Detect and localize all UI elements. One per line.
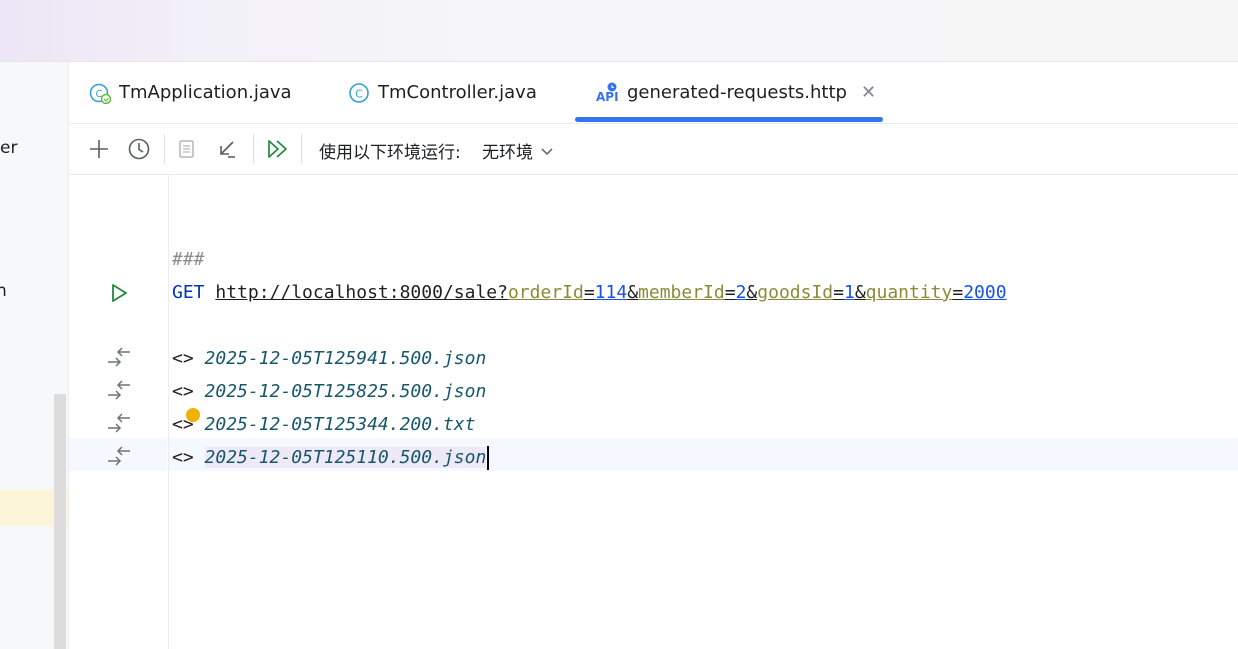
param-name: orderId bbox=[507, 282, 584, 303]
param-name: quantity bbox=[865, 282, 953, 303]
request-url: http://localhost:8000/sale? bbox=[215, 282, 508, 303]
history-button[interactable] bbox=[126, 136, 152, 162]
compare-response-icon[interactable] bbox=[105, 376, 133, 404]
toolbar-separator bbox=[301, 134, 302, 164]
param-name: memberId bbox=[638, 282, 725, 303]
code-editor[interactable]: ### GET http://localhost:8000/sale?order… bbox=[169, 175, 1238, 649]
clock-icon bbox=[128, 138, 150, 160]
environment-dropdown[interactable]: 无环境 bbox=[482, 138, 555, 163]
tab-label: generated-requests.http bbox=[627, 82, 847, 103]
arrow-down-left-icon bbox=[220, 141, 235, 158]
add-request-button[interactable] bbox=[86, 136, 112, 162]
response-line[interactable]: <> 2025-12-05T125110.500.json bbox=[172, 441, 490, 474]
response-file-link[interactable]: 2025-12-05T125110.500.json bbox=[204, 447, 487, 468]
close-icon[interactable]: ✕ bbox=[861, 82, 876, 103]
tab-label: TmController.java bbox=[378, 82, 537, 103]
param-value: 2 bbox=[735, 282, 747, 303]
project-panel: er n bbox=[0, 62, 69, 649]
toolbar-separator bbox=[253, 134, 254, 164]
param-name: goodsId bbox=[757, 282, 834, 303]
copy-button[interactable] bbox=[174, 136, 200, 162]
run-all-icon bbox=[268, 140, 287, 158]
project-tree-item[interactable]: n bbox=[0, 281, 7, 301]
response-file-link[interactable]: 2025-12-05T125344.200.txt bbox=[205, 414, 476, 435]
svg-text:API: API bbox=[596, 90, 619, 104]
request-line[interactable]: GET http://localhost:8000/sale?orderId=1… bbox=[172, 276, 1007, 309]
title-bar bbox=[0, 0, 1238, 62]
spring-app-class-icon: C bbox=[89, 82, 111, 104]
response-line[interactable]: <> 2025-12-05T125825.500.json bbox=[172, 375, 486, 408]
run-request-icon[interactable] bbox=[105, 279, 133, 307]
chevron-down-icon bbox=[541, 147, 553, 155]
project-panel-scrollbar[interactable] bbox=[54, 394, 66, 649]
project-tree-item[interactable]: er bbox=[0, 138, 17, 158]
compare-response-icon[interactable] bbox=[105, 409, 133, 437]
http-method: GET bbox=[172, 282, 205, 303]
param-value: 1 bbox=[843, 282, 855, 303]
response-line[interactable]: <> 2025-12-05T125941.500.json bbox=[172, 342, 486, 375]
import-button[interactable] bbox=[214, 136, 240, 162]
param-value: 114 bbox=[594, 282, 628, 303]
tab-label: TmApplication.java bbox=[119, 82, 292, 103]
svg-text:C: C bbox=[355, 87, 363, 100]
intention-bulb-icon[interactable] bbox=[186, 408, 200, 422]
environment-value: 无环境 bbox=[482, 143, 533, 163]
run-env-label: 使用以下环境运行: bbox=[319, 143, 461, 163]
response-line[interactable]: <> 2025-12-05T125344.200.txt bbox=[172, 408, 475, 441]
editor-gutter bbox=[69, 175, 169, 649]
class-icon: C bbox=[348, 82, 370, 104]
active-tab-indicator bbox=[575, 117, 883, 122]
response-file-link[interactable]: 2025-12-05T125941.500.json bbox=[205, 348, 487, 369]
text-caret bbox=[487, 446, 490, 470]
response-file-link[interactable]: 2025-12-05T125825.500.json bbox=[205, 381, 487, 402]
document-icon bbox=[179, 140, 194, 158]
compare-response-icon[interactable] bbox=[105, 343, 133, 371]
run-all-button[interactable] bbox=[264, 136, 290, 162]
http-toolbar: 使用以下环境运行: 无环境 bbox=[69, 124, 1238, 175]
tab-tmapplication[interactable]: C TmApplication.java bbox=[89, 62, 292, 123]
param-value: 2000 bbox=[963, 282, 1007, 303]
api-http-icon: API bbox=[595, 82, 619, 104]
plus-icon bbox=[90, 140, 108, 158]
editor-tabs: C TmApplication.java C TmController.java… bbox=[69, 62, 1238, 124]
tab-tmcontroller[interactable]: C TmController.java bbox=[348, 62, 537, 123]
tab-generated-requests[interactable]: API generated-requests.http ✕ bbox=[595, 62, 876, 123]
compare-response-icon[interactable] bbox=[105, 442, 133, 470]
request-separator-line[interactable]: ### bbox=[172, 243, 205, 276]
toolbar-separator bbox=[164, 134, 165, 164]
